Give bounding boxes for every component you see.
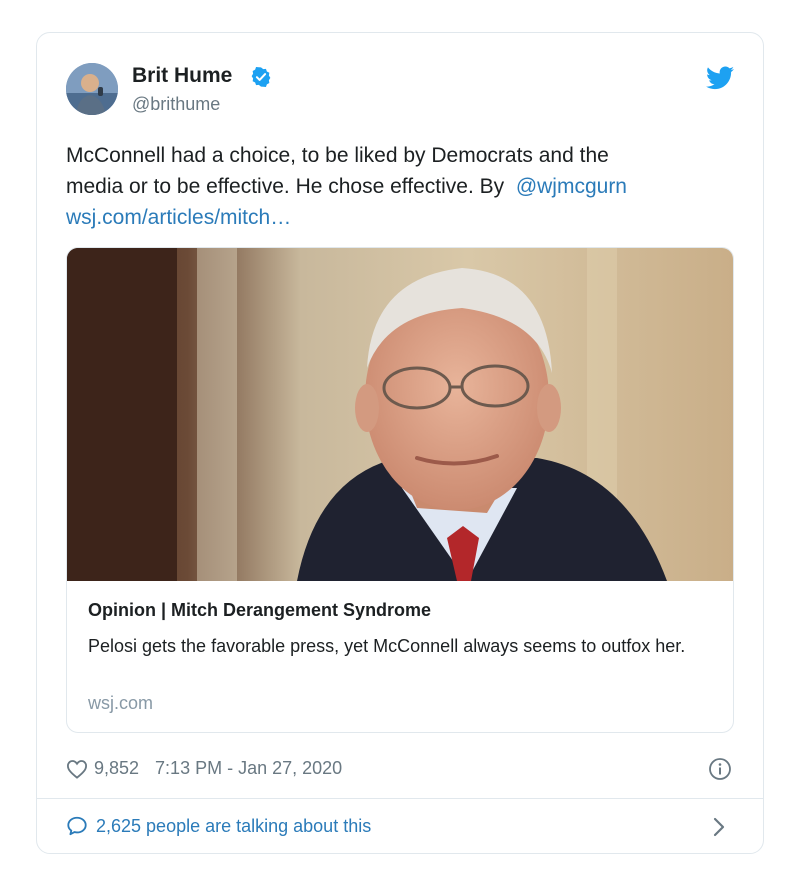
conversation-link[interactable]: 2,625 people are talking about this xyxy=(66,815,371,837)
card-domain: wsj.com xyxy=(88,693,154,713)
author-handle[interactable]: @brithume xyxy=(132,94,220,115)
info-icon[interactable] xyxy=(708,757,732,781)
article-photo xyxy=(67,248,733,581)
article-link[interactable]: wsj.com/articles/mitch… xyxy=(66,206,291,229)
tweet-text: McConnell had a choice, to be liked by D… xyxy=(66,140,736,233)
speech-bubble-icon xyxy=(67,816,87,836)
tweet-meta: 9,852 7:13 PM - Jan 27, 2020 xyxy=(66,758,342,779)
heart-icon[interactable] xyxy=(66,759,88,779)
timestamp[interactable]: 7:13 PM - Jan 27, 2020 xyxy=(155,758,342,779)
card-description: Pelosi gets the favorable press, yet McC… xyxy=(88,636,686,656)
avatar[interactable] xyxy=(66,63,118,115)
talking-count[interactable]: 2,625 people are talking about this xyxy=(96,816,371,837)
mention-link[interactable]: @wjmcgurn xyxy=(516,175,627,198)
chevron-right-icon[interactable] xyxy=(712,816,726,838)
twitter-bird-icon[interactable] xyxy=(706,66,734,90)
verified-badge-icon xyxy=(251,67,271,87)
card-title: Opinion | Mitch Derangement Syndrome xyxy=(88,600,432,620)
tweet-text-line1: McConnell had a choice, to be liked by D… xyxy=(66,144,609,167)
tweet-text-line2: media or to be effective. He chose effec… xyxy=(66,175,505,198)
like-count[interactable]: 9,852 xyxy=(94,758,139,779)
link-preview-card[interactable]: Opinion | Mitch Derangement Syndrome Pel… xyxy=(66,247,734,733)
author-name[interactable]: Brit Hume xyxy=(132,64,232,88)
divider xyxy=(37,798,763,799)
